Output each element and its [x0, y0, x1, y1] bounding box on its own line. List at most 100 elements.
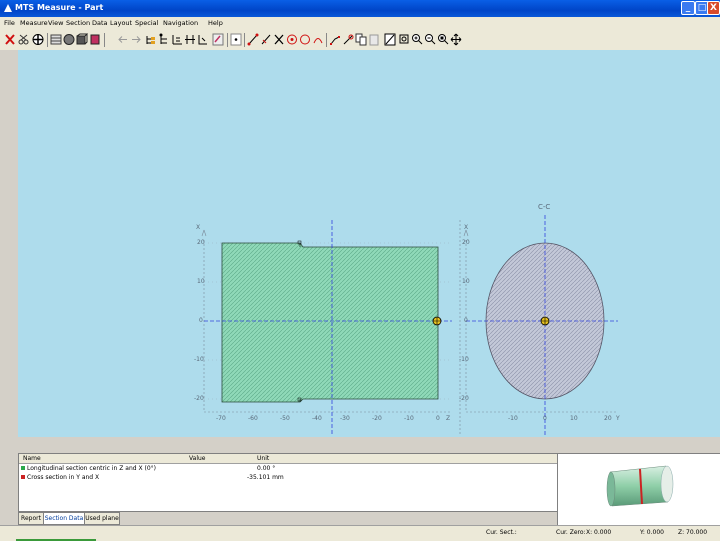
row-name: Cross section in Y and X [27, 474, 100, 481]
arc-icon[interactable] [312, 33, 324, 46]
zoom-window-icon[interactable] [437, 33, 449, 46]
zoom-in-icon[interactable] [411, 33, 423, 46]
status-bar: Cur. Sect.: Cur. Zero: X: 0.000 Y: 0.000… [0, 525, 720, 541]
toolbar-separator [104, 33, 105, 47]
axis-icon[interactable] [171, 33, 183, 46]
table-header: Name Value Unit [19, 454, 557, 464]
cross-x-axis-label: X [464, 224, 469, 231]
status-progress [16, 527, 96, 541]
long-x-tick: -20 [372, 415, 382, 422]
long-x-tick: -70 [216, 415, 226, 422]
copy-icon[interactable] [355, 33, 367, 46]
longitudinal-view [201, 220, 452, 435]
zoom-fit-icon[interactable] [398, 33, 410, 46]
cross-icon[interactable] [273, 33, 285, 46]
row-name: Longitudinal section centric in Z and X … [27, 465, 156, 472]
drawing-canvas[interactable]: X 20 10 0 -10 -20 -70 -60 -50 -40 -30 -2… [18, 50, 720, 437]
section-data-table: Name Value Unit Longitudinal section cen… [18, 453, 558, 512]
row-value: -35.101 mm [247, 474, 284, 481]
paste-icon[interactable] [368, 33, 380, 46]
menu-data[interactable]: Data [92, 19, 108, 27]
column-header-value[interactable]: Value [189, 455, 205, 462]
status-z: Z: 70.000 [678, 529, 708, 536]
slash-icon[interactable] [384, 33, 396, 46]
cross-y-tick: 20 [462, 239, 470, 246]
tab-used-plane[interactable]: Used plane [84, 512, 120, 525]
hierarchy-icon[interactable] [158, 33, 170, 46]
cube-icon[interactable] [76, 33, 88, 46]
minimize-button[interactable]: _ [681, 1, 695, 15]
row-color-marker [21, 466, 25, 470]
app-icon [4, 4, 12, 12]
title-bar: MTS Measure - Part _ □ X [0, 0, 720, 17]
cylinder-icon[interactable] [89, 33, 101, 46]
menu-measure[interactable]: Measure [20, 19, 48, 27]
toolbar [0, 30, 720, 51]
long-x-tick: 0 [436, 415, 440, 422]
undo-icon[interactable] [117, 33, 129, 46]
status-cur-sect: Cur. Sect.: [486, 529, 517, 536]
row-value: 0.00 ° [257, 465, 276, 472]
table-row[interactable]: Longitudinal section centric in Z and X … [19, 464, 557, 473]
cross-x-tick: 0 [543, 415, 547, 422]
cross-x-tick: 10 [570, 415, 578, 422]
status-cur-zero: Cur. Zero: [556, 529, 586, 536]
circle-icon[interactable] [299, 33, 311, 46]
cross-y-tick: -10 [459, 356, 469, 363]
column-header-unit[interactable]: Unit [257, 455, 269, 462]
zoom-out-icon[interactable] [424, 33, 436, 46]
line-icon[interactable] [247, 33, 259, 46]
menu-help[interactable]: Help [208, 19, 223, 27]
cross-y-tick: 10 [462, 278, 470, 285]
cross-x-tick: 20 [604, 415, 612, 422]
toolbar-separator [326, 33, 327, 47]
wizard-icon[interactable] [212, 33, 224, 46]
table-row[interactable]: Cross section in Y and X -35.101 mm [19, 473, 557, 482]
menu-file[interactable]: File [4, 19, 15, 27]
window-title: MTS Measure - Part [15, 3, 104, 12]
column-header-name[interactable]: Name [23, 455, 41, 462]
dot-icon[interactable] [230, 33, 242, 46]
tree-icon[interactable] [145, 33, 157, 46]
cross-section-title: C-C [538, 203, 551, 211]
long-z-axis-label: Z [446, 415, 451, 422]
scissors-icon[interactable] [18, 33, 30, 46]
polyline-icon[interactable] [329, 33, 341, 46]
status-x: X: 0.000 [586, 529, 612, 536]
menu-special[interactable]: Special [135, 19, 158, 27]
menu-navigation[interactable]: Navigation [163, 19, 198, 27]
delete-icon[interactable] [4, 33, 16, 46]
row-color-marker [21, 475, 25, 479]
pan-icon[interactable] [450, 33, 462, 46]
cross-y-tick: 0 [464, 317, 468, 324]
left-strip [0, 50, 18, 437]
toolbar-separator [244, 33, 245, 47]
menu-view[interactable]: View [48, 19, 63, 27]
frame-icon[interactable] [50, 33, 62, 46]
circle-plus-icon[interactable] [342, 33, 354, 46]
tab-section-data[interactable]: Section Data [43, 512, 85, 525]
menu-layout[interactable]: Layout [110, 19, 132, 27]
part-preview[interactable] [557, 453, 720, 527]
tree-down-icon[interactable] [197, 33, 209, 46]
tab-report[interactable]: Report [18, 512, 44, 525]
pen-icon[interactable] [260, 33, 272, 46]
sphere-icon[interactable] [63, 33, 75, 46]
split-icon[interactable] [184, 33, 196, 46]
cross-x-tick: -10 [508, 415, 518, 422]
menu-section[interactable]: Section [66, 19, 90, 27]
cross-y-tick: -20 [459, 395, 469, 402]
close-button[interactable]: X [707, 1, 720, 15]
long-x-axis-label: X [196, 224, 201, 231]
long-y-tick: 20 [197, 239, 205, 246]
part-3d-preview-image [606, 465, 674, 507]
redo-icon[interactable] [130, 33, 142, 46]
long-y-tick: 10 [197, 278, 205, 285]
long-y-tick: -20 [194, 395, 204, 402]
target-icon[interactable] [32, 33, 44, 46]
long-x-tick: -50 [280, 415, 290, 422]
long-x-tick: -10 [404, 415, 414, 422]
circle-dot-icon[interactable] [286, 33, 298, 46]
long-x-tick: -30 [340, 415, 350, 422]
long-y-tick: -10 [194, 356, 204, 363]
